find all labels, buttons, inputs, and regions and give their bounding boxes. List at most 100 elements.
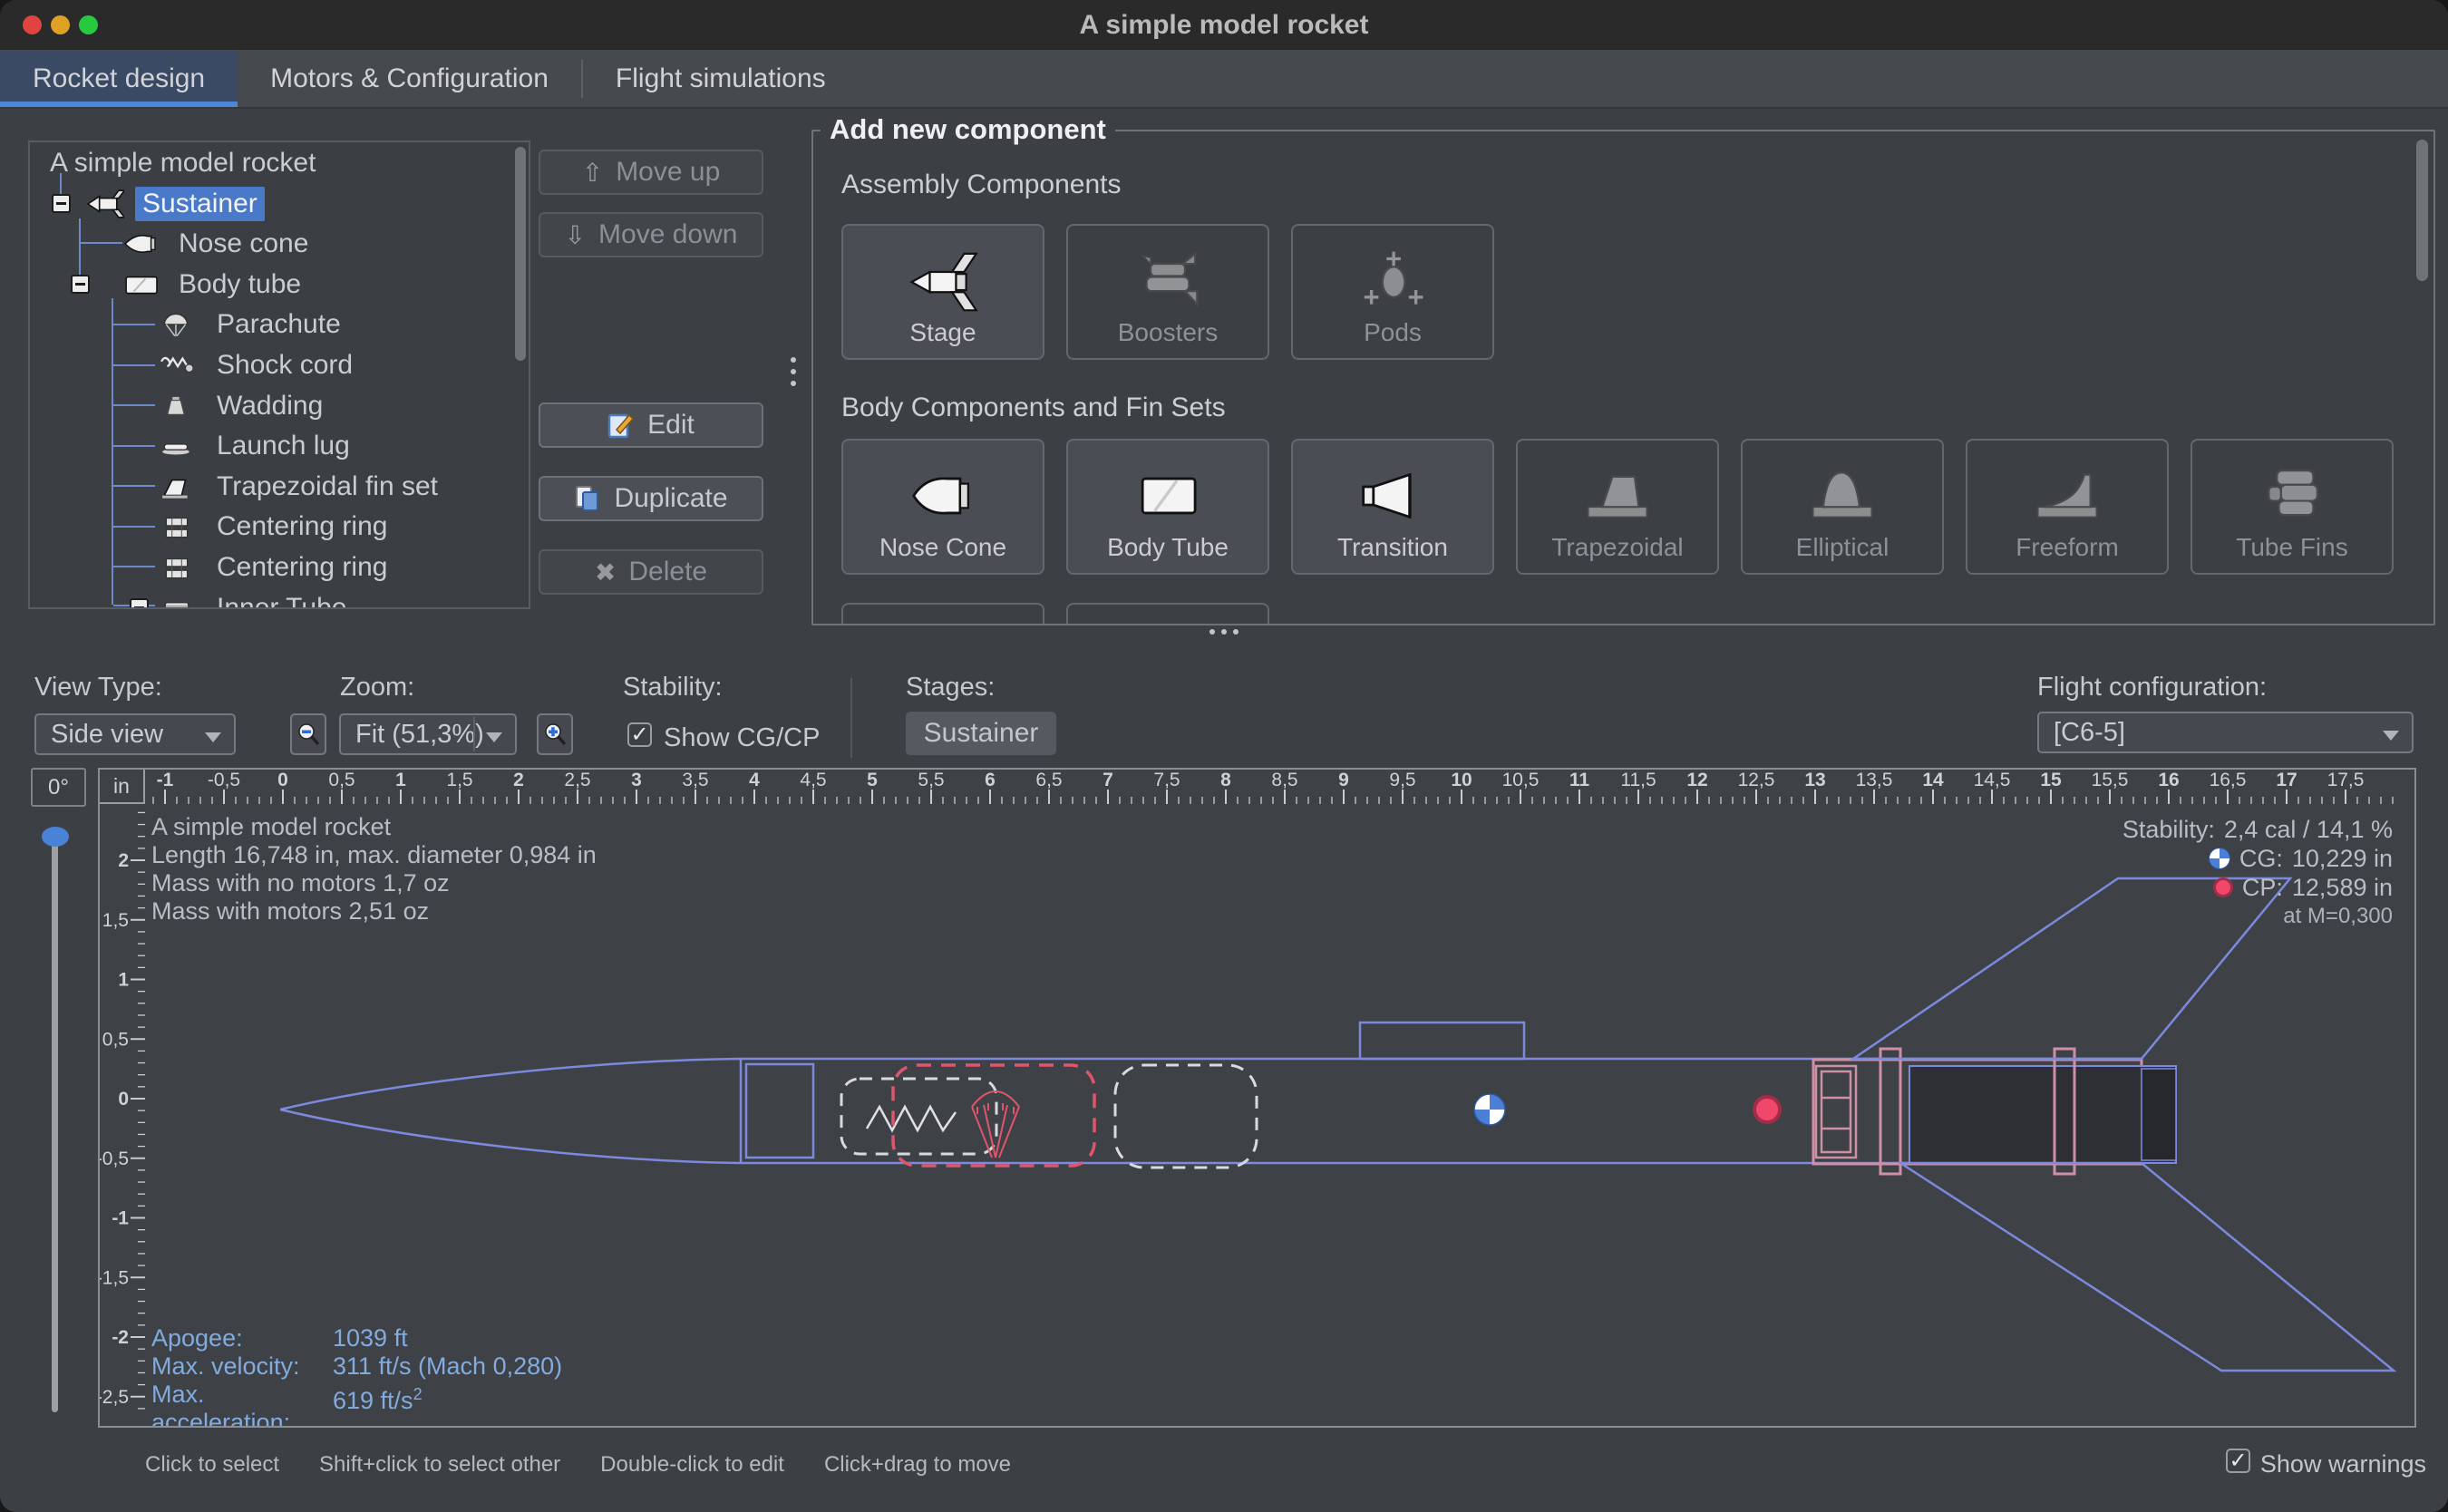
tree-item-trapezoidal-fin-set[interactable]: Trapezoidal fin set — [30, 467, 529, 507]
svg-text:15,5: 15,5 — [2092, 770, 2129, 790]
elliptical-icon — [1807, 460, 1878, 531]
delete-button[interactable]: ✖Delete — [539, 549, 763, 595]
cg-symbol[interactable] — [1474, 1094, 1505, 1125]
motor[interactable] — [1909, 1066, 2176, 1163]
cg-icon — [2209, 848, 2230, 869]
fin-bottom-outline[interactable] — [1900, 1163, 2394, 1371]
svg-text:8,5: 8,5 — [1271, 770, 1297, 790]
svg-text:9: 9 — [1338, 770, 1349, 790]
svg-text:1: 1 — [395, 770, 406, 790]
svg-text:2: 2 — [513, 770, 524, 790]
tab-motors-configuration[interactable]: Motors & Configuration — [238, 50, 581, 107]
horizontal-split-handle[interactable] — [1209, 629, 1239, 635]
launch-lug-outline[interactable] — [1360, 1023, 1524, 1059]
flight-configuration-select[interactable]: [C6-5] — [2037, 712, 2414, 753]
component-tile-transition[interactable]: Transition — [1291, 439, 1494, 575]
tile-label: Body Tube — [1107, 533, 1229, 562]
show-warnings-label: Show warnings — [2260, 1450, 2426, 1478]
component-tile-freeform: Freeform — [1966, 439, 2169, 575]
nose-cone-icon — [908, 460, 978, 531]
tile-label: Boosters — [1118, 318, 1219, 347]
tab-rocket-design[interactable]: Rocket design — [0, 50, 238, 107]
tile-label: Tube Fins — [2236, 533, 2347, 562]
vertical-split-handle[interactable] — [791, 357, 796, 386]
tree-item-body-tube[interactable]: Body tube — [30, 265, 529, 305]
tab-flight-simulations[interactable]: Flight simulations — [583, 50, 859, 107]
shock-cord-icon — [157, 349, 197, 382]
motor-nozzle-end[interactable] — [2142, 1069, 2176, 1160]
fin-set-icon — [157, 470, 197, 503]
show-warnings-checkbox[interactable]: ✓ — [2226, 1449, 2250, 1473]
tree-item-label: Wadding — [209, 389, 330, 423]
move-down-button[interactable]: ⇩Move down — [539, 212, 763, 257]
zoom-in-button[interactable] — [537, 713, 573, 755]
tree-item-parachute[interactable]: Parachute — [30, 305, 529, 344]
tree-item-wadding[interactable]: Wadding — [30, 386, 529, 426]
component-tile-elliptical: Elliptical — [1741, 439, 1944, 575]
tree-item-label: Trapezoidal fin set — [209, 470, 445, 504]
tree-item-launch-lug[interactable]: Launch lug — [30, 426, 529, 466]
component-tile-boosters: Boosters — [1066, 224, 1269, 360]
shock-cord-outline[interactable] — [841, 1079, 996, 1154]
view-type-select[interactable]: Side view — [34, 713, 236, 755]
svg-text:5,5: 5,5 — [918, 770, 944, 790]
hint-text: Double-click to edit — [600, 1452, 784, 1478]
rotation-slider-track[interactable] — [52, 828, 58, 1412]
engine-block-outline[interactable] — [1816, 1066, 1856, 1158]
hint-text: Click+drag to move — [824, 1452, 1011, 1478]
rotation-value-box: 0° — [31, 768, 86, 807]
wadding-outline[interactable] — [1115, 1065, 1257, 1168]
component-tile-nose-cone[interactable]: Nose Cone — [841, 439, 1044, 575]
arrow-down-icon: ⇩ — [565, 220, 586, 250]
shock-cord-zigzag[interactable] — [867, 1107, 956, 1130]
tree-expander[interactable] — [71, 275, 90, 294]
svg-text:14: 14 — [1922, 770, 1944, 790]
chevron-down-icon — [486, 732, 502, 742]
rocket-stage-icon — [84, 188, 124, 220]
nose-cone-icon — [121, 228, 160, 260]
tree-item-label: Inner Tube — [209, 591, 354, 609]
tile-label: Trapezoidal — [1551, 533, 1683, 562]
component-tile-partial[interactable] — [841, 603, 1044, 625]
tree-item-sustainer[interactable]: Sustainer — [30, 184, 529, 224]
svg-text:-1: -1 — [112, 1208, 129, 1229]
stage-toggle-sustainer[interactable]: Sustainer — [906, 712, 1056, 755]
nose-cone-outline[interactable] — [280, 1059, 741, 1163]
rotation-slider-knob[interactable] — [42, 827, 69, 847]
zoom-out-button[interactable] — [290, 713, 326, 755]
centering-ring-outline[interactable] — [1880, 1049, 1900, 1174]
component-tile-pods: Pods — [1291, 224, 1494, 360]
add-panel-scrollbar[interactable] — [2416, 140, 2428, 281]
component-tile-stage[interactable]: Stage — [841, 224, 1044, 360]
tree-item-shock-cord[interactable]: Shock cord — [30, 345, 529, 385]
tree-item-nose-cone[interactable]: Nose cone — [30, 224, 529, 264]
tree-expander[interactable] — [52, 194, 71, 213]
tree-item-label: Body tube — [171, 267, 308, 302]
zoom-level-select[interactable]: Fit (51,3%) — [339, 713, 517, 755]
show-cgcp-checkbox[interactable]: ✓ — [627, 722, 652, 747]
chevron-down-icon — [2383, 731, 2399, 741]
svg-text:-0,5: -0,5 — [208, 770, 240, 790]
tree-item-inner-tube[interactable]: Inner Tube — [30, 588, 529, 609]
tile-label: Pods — [1364, 318, 1422, 347]
chevron-down-icon — [205, 732, 221, 742]
edit-button[interactable]: Edit — [539, 402, 763, 448]
tree-item-label: Centering ring — [209, 550, 394, 585]
duplicate-button[interactable]: Duplicate — [539, 476, 763, 521]
tree-expander[interactable] — [130, 598, 149, 609]
component-tile-body-tube[interactable]: Body Tube — [1066, 439, 1269, 575]
tree-item-centering-ring-10[interactable]: Centering ring — [30, 548, 529, 587]
stages-label: Stages: — [906, 673, 995, 703]
transition-icon — [1357, 460, 1428, 531]
zoom-in-icon — [542, 722, 568, 747]
move-up-button[interactable]: ⇧Move up — [539, 150, 763, 195]
tree-item-label: Launch lug — [209, 429, 357, 463]
tree-item-a-simple-model-rocket[interactable]: A simple model rocket — [30, 143, 529, 183]
stage-icon — [908, 246, 978, 316]
svg-text:10: 10 — [1451, 770, 1472, 790]
cp-symbol[interactable] — [1754, 1097, 1780, 1122]
tree-item-centering-ring-9[interactable]: Centering ring — [30, 507, 529, 547]
nose-shoulder-outline[interactable] — [746, 1064, 813, 1158]
svg-text:8: 8 — [1220, 770, 1231, 790]
component-tile-partial[interactable] — [1066, 603, 1269, 625]
